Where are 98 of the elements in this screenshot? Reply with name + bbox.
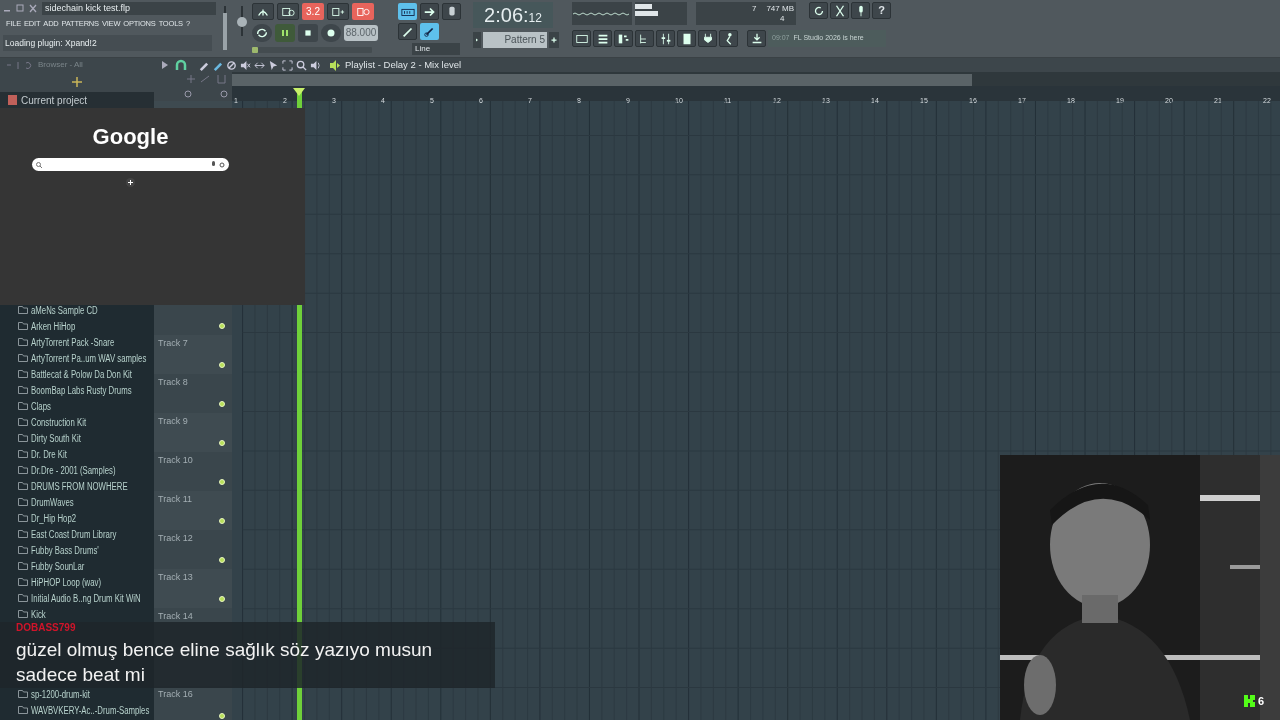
loop-icon[interactable] — [252, 24, 272, 42]
plus-icon[interactable] — [549, 32, 559, 48]
piano-roll-icon[interactable] — [614, 30, 633, 47]
folder-tree-icon[interactable] — [635, 30, 654, 47]
search-icon — [36, 161, 42, 168]
cpu-value: 7 — [752, 3, 757, 15]
track-label: Track 12 — [158, 532, 193, 545]
browser-item[interactable]: Initial Audio B..ng Drum Kit WiN — [18, 592, 154, 604]
add-shortcut-icon[interactable] — [126, 178, 135, 187]
track-label: Track 14 — [158, 610, 193, 623]
browser-item[interactable]: ArtyTorrent Pa..um WAV samples — [18, 352, 154, 364]
track-mute-button[interactable] — [219, 557, 225, 563]
zoom-icon[interactable] — [296, 59, 307, 71]
track-label: Track 9 — [158, 415, 188, 428]
scissors-icon[interactable] — [830, 2, 849, 19]
window-title: sidechain kick test.flp — [42, 2, 216, 15]
stop-icon[interactable] — [298, 24, 318, 42]
chat-message: güzel olmuş bence eline sağlık söz yazıyo musun sadece beat mi — [16, 638, 434, 687]
browser-item[interactable]: East Coast Drum Library — [18, 528, 154, 540]
swing-slider[interactable] — [252, 47, 372, 53]
no-entry-icon[interactable] — [226, 59, 237, 71]
track-label: Track 7 — [158, 337, 188, 350]
browser-item[interactable]: DRUMS FROM NOWHERE — [18, 480, 154, 492]
hint-bar: Loading plugin: Xpand!2 — [3, 35, 212, 51]
time-ticks: 12 — [528, 11, 542, 27]
browser-item[interactable]: sp-1200-drum-kit — [18, 688, 154, 700]
pause-icon — [280, 28, 290, 38]
track-mute-button[interactable] — [219, 440, 225, 446]
plug-icon[interactable] — [698, 30, 717, 47]
browser-section[interactable]: Current project — [0, 92, 154, 108]
playhead-marker[interactable] — [293, 88, 305, 96]
refresh-icon[interactable] — [809, 2, 828, 19]
wait-record-icon[interactable] — [277, 3, 299, 20]
mute-icon[interactable] — [240, 59, 251, 71]
speaker-icon[interactable] — [310, 59, 321, 71]
track-mute-button[interactable] — [219, 518, 225, 524]
browser-item[interactable]: aMeNs Sample CD — [18, 304, 154, 316]
browser-item[interactable]: Dr.Dre - 2001 (Samples) — [18, 464, 154, 476]
pen-icon[interactable] — [398, 23, 417, 40]
magnet-icon[interactable] — [175, 59, 187, 71]
browser-item[interactable]: WAVBVKERY-Ac..-Drum-Samples — [18, 704, 154, 716]
track-mute-button[interactable] — [219, 362, 225, 368]
typing-keyboard-icon[interactable] — [398, 3, 417, 20]
list-icon[interactable] — [593, 30, 612, 47]
track-mute-button[interactable] — [219, 479, 225, 485]
track-label: Track 10 — [158, 454, 193, 467]
track-label: Track 13 — [158, 571, 193, 584]
browser-item[interactable]: Fubby Bass Drums' — [18, 544, 154, 556]
figure-icon[interactable] — [719, 30, 738, 47]
search-field[interactable] — [32, 158, 229, 171]
browser-item[interactable]: Battlecat & Polow Da Don Kit — [18, 368, 154, 380]
viewer-count: 6 — [1258, 694, 1265, 709]
browser-item[interactable]: ArtyTorrent Pack -Snare — [18, 336, 154, 348]
track-mute-button[interactable] — [219, 401, 225, 407]
playlist-icon[interactable] — [572, 30, 591, 47]
track-label: Track 8 — [158, 376, 188, 389]
playlist-title: Playlist - Delay 2 - Mix level — [345, 57, 462, 72]
pitch-knob[interactable] — [236, 6, 248, 36]
horizontal-scrollbar[interactable] — [232, 74, 972, 86]
browser-item[interactable]: Kick — [18, 608, 154, 620]
download-icon[interactable] — [747, 30, 766, 47]
browser-item[interactable]: DrumWaves — [18, 496, 154, 508]
pause-button[interactable] — [275, 24, 295, 42]
track-label: Track 16 — [158, 688, 193, 701]
browser-item[interactable]: Construction Kit — [18, 416, 154, 428]
browser-item[interactable]: Claps — [18, 400, 154, 412]
track-mute-button[interactable] — [219, 713, 225, 719]
chat-username: DOBASS799 — [16, 622, 76, 634]
fullscreen-icon[interactable] — [282, 59, 293, 71]
volume-slider[interactable] — [220, 6, 230, 50]
browser-item[interactable]: Fubby SounLar — [18, 560, 154, 572]
help-button[interactable]: ? — [872, 2, 891, 19]
add-icon[interactable] — [72, 77, 82, 87]
track-mute-button[interactable] — [219, 323, 225, 329]
speaker-arrow-icon[interactable] — [330, 59, 340, 71]
track-mute-button[interactable] — [219, 596, 225, 602]
browser-item[interactable]: Dirty South Kit — [18, 432, 154, 444]
metronome-icon[interactable] — [252, 3, 274, 20]
track-label: Track 11 — [158, 493, 192, 506]
time-value: 2:06: — [484, 3, 529, 28]
browser-item[interactable]: Dr_Hip Hop2 — [18, 512, 154, 524]
memory-value: 747 MB — [766, 3, 794, 15]
polyphony-value: 4 — [780, 13, 785, 25]
browser-item[interactable]: Arken HiHop — [18, 320, 154, 332]
select-icon[interactable] — [268, 59, 279, 71]
record-icon[interactable] — [321, 24, 341, 42]
logo-text: Google — [92, 124, 169, 150]
mixer-icon[interactable] — [656, 30, 675, 47]
window-controls-icon[interactable] — [3, 3, 39, 14]
browser-item[interactable]: BoomBap Labs Rusty Drums — [18, 384, 154, 396]
pattern-selector[interactable]: Pattern 5 — [483, 32, 547, 48]
snap-dropdown[interactable]: Line — [412, 43, 460, 55]
browser-item[interactable]: Dr. Dre Kit — [18, 448, 154, 460]
expand-arrow-icon[interactable] — [162, 61, 168, 69]
browser-item[interactable]: HiPHOP Loop (wav) — [18, 576, 154, 588]
step-edit-icon[interactable] — [327, 3, 349, 20]
section-label: Current project — [21, 93, 88, 108]
logo-icon — [1244, 695, 1255, 708]
